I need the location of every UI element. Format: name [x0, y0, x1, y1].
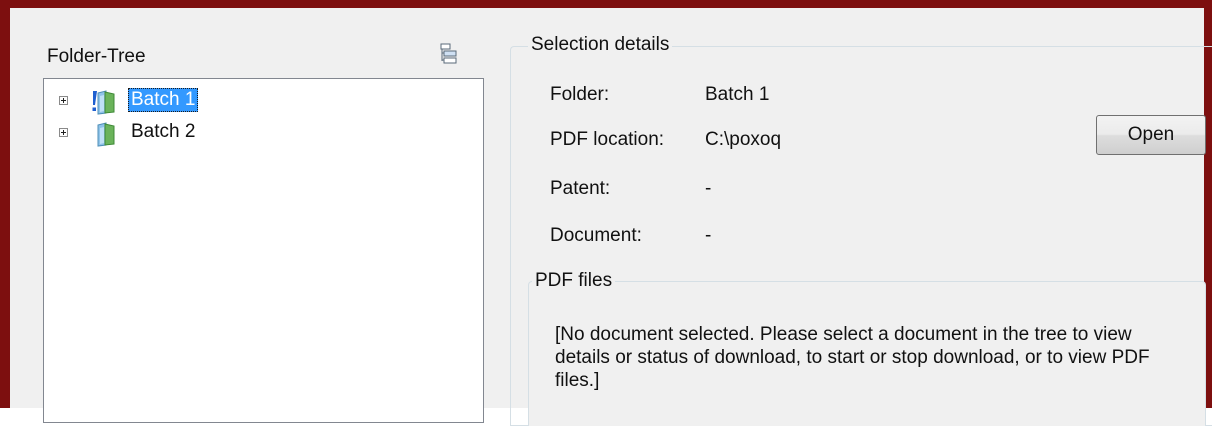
selection-details-title: Selection details [528, 34, 673, 56]
tree-node-label[interactable]: Batch 1 [128, 88, 199, 112]
expand-icon[interactable] [59, 96, 68, 105]
tree-node-batch-2[interactable]: Batch 2 [44, 119, 474, 147]
tree-options-icon[interactable] [440, 43, 458, 69]
no-document-message: [No document selected. Please select a d… [555, 324, 1150, 391]
tree-node-label[interactable]: Batch 2 [128, 120, 198, 144]
pdf-files-title: PDF files [532, 270, 616, 292]
tree-node-batch-1[interactable]: Batch 1 [44, 87, 474, 115]
folder-tree-view[interactable]: Batch 1 Batch 2 [43, 78, 484, 423]
main-window: Folder-Tree Batch 1 Batch 2 Selection de… [0, 0, 1212, 426]
pdf-location-value: C:\poxoq [705, 129, 782, 150]
patent-value: - [705, 178, 712, 199]
folder-value: Batch 1 [705, 84, 770, 105]
folder-warning-icon [92, 90, 115, 115]
expand-icon[interactable] [59, 128, 68, 137]
document-value: - [705, 225, 712, 246]
patent-label: Patent: [550, 178, 611, 199]
open-button[interactable]: Open [1096, 115, 1206, 155]
pdf-location-label: PDF location: [550, 129, 665, 150]
folder-label: Folder: [550, 84, 610, 105]
folder-icon [97, 122, 115, 147]
folder-tree-title: Folder-Tree [47, 46, 146, 67]
document-label: Document: [550, 225, 642, 246]
